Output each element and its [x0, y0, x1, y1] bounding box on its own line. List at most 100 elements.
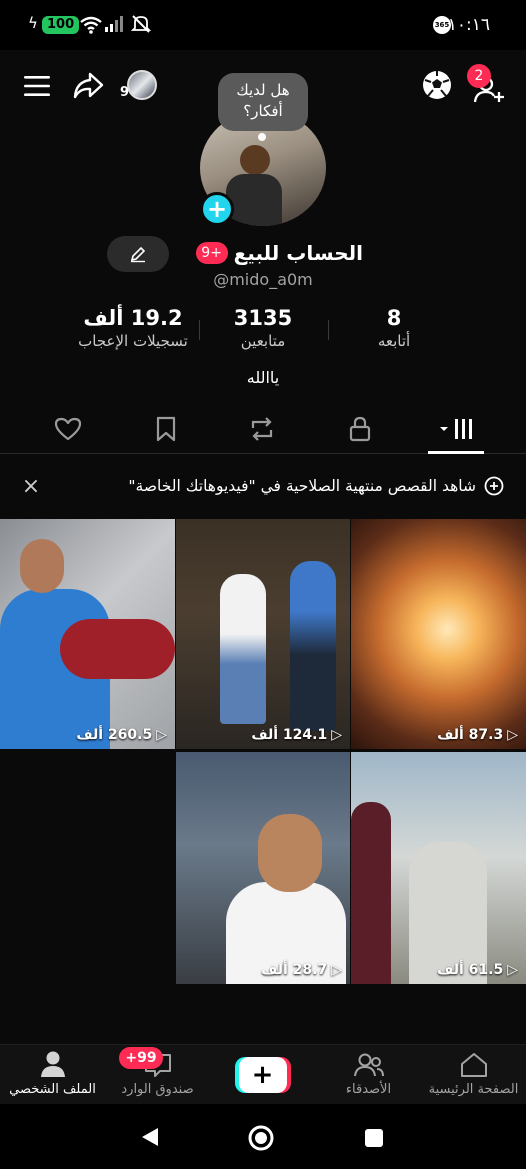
view-count-text: 28.7 ألف: [261, 962, 328, 978]
nav-home[interactable]: الصفحة الرئيسية: [421, 1045, 526, 1105]
add-friend-button[interactable]: 2: [467, 64, 510, 104]
recents-icon[interactable]: [364, 1128, 384, 1148]
play-icon: ▷: [156, 727, 167, 743]
stats-row: 19.2 ألف تسجيلات الإعجاب 3135 متابعين 8 …: [0, 306, 526, 356]
username: @mido_a0m: [213, 270, 313, 289]
thumb-figure: [351, 802, 391, 984]
add-story-icon: [484, 476, 504, 496]
view-count-text: 260.5 ألف: [76, 727, 153, 743]
story-avatar: [127, 70, 157, 100]
signal-icon: [105, 16, 123, 32]
nav-home-label: الصفحة الرئيسية: [428, 1082, 519, 1097]
profile-icon: [40, 1051, 65, 1077]
view-count: ▷ 87.3 ألف: [437, 727, 518, 743]
bottom-nav: الصفحة الرئيسية الأصدقاء + صندوق الوارد …: [0, 1044, 526, 1104]
soccer-ball-icon[interactable]: [420, 68, 454, 102]
tab-videos[interactable]: [428, 412, 484, 446]
name-badge: +9: [195, 242, 228, 264]
nav-friends[interactable]: الأصدقاء: [316, 1045, 421, 1105]
nav-profile-label: الملف الشخصي: [9, 1082, 96, 1097]
lock-icon: [349, 416, 371, 442]
view-count: ▷ 124.1 ألف: [251, 727, 342, 743]
close-banner-icon[interactable]: ×: [18, 474, 44, 499]
tab-private[interactable]: [340, 412, 380, 446]
thumb-figure: [220, 574, 266, 724]
play-icon: ▷: [331, 727, 342, 743]
bookmark-icon: [156, 416, 176, 442]
system-navigation: [0, 1104, 526, 1169]
tab-reposts[interactable]: [242, 412, 282, 446]
likes-stat[interactable]: 19.2 ألف تسجيلات الإعجاب: [60, 306, 206, 350]
active-tab-indicator: [428, 451, 484, 454]
back-icon[interactable]: [140, 1126, 160, 1148]
thumb-face: [258, 814, 322, 892]
view-count: ▷ 28.7 ألف: [261, 962, 342, 978]
friends-icon: [353, 1053, 384, 1077]
view-count: ▷ 260.5 ألف: [76, 727, 167, 743]
ideas-bubble[interactable]: هل لديك أفكار؟: [218, 73, 308, 141]
bio: ياالله: [246, 368, 280, 387]
clock: ١٠:١٦: [447, 15, 490, 35]
thumb-face: [20, 539, 64, 593]
create-button: +: [234, 1057, 291, 1093]
followers-stat[interactable]: 3135 متابعين: [203, 306, 323, 350]
menu-icon[interactable]: [22, 72, 52, 100]
video-thumbnail[interactable]: ▷ 87.3 ألف: [351, 519, 526, 749]
avatar-figure: [240, 145, 270, 175]
pencil-icon: [130, 246, 146, 263]
content-tabs: [0, 404, 526, 454]
play-icon: ▷: [331, 962, 342, 978]
video-thumbnail[interactable]: ▷ 124.1 ألف: [176, 519, 350, 749]
following-label: أتابعه: [377, 332, 411, 350]
tab-favorites[interactable]: [146, 412, 186, 446]
home-circle-icon[interactable]: [248, 1125, 274, 1151]
wifi-icon: [80, 16, 102, 34]
tab-liked[interactable]: [48, 412, 88, 446]
ideas-bubble-line2: أفكار؟: [243, 102, 283, 120]
repost-icon: [251, 417, 273, 441]
thumb-pillow: [60, 619, 175, 679]
story-avatar-button[interactable]: 9: [120, 68, 158, 102]
charging-icon: ϟ: [28, 14, 38, 32]
nav-inbox[interactable]: صندوق الوارد +99: [105, 1045, 210, 1105]
likes-label: تسجيلات الإعجاب: [78, 332, 188, 350]
play-icon: ▷: [507, 727, 518, 743]
video-thumbnail[interactable]: ▷ 61.5 ألف: [351, 752, 526, 984]
view-count-text: 61.5 ألف: [437, 962, 504, 978]
view-count-text: 87.3 ألف: [437, 727, 504, 743]
following-stat[interactable]: 8 أتابعه: [340, 306, 448, 350]
view-count-text: 124.1 ألف: [251, 727, 328, 743]
profile-name: الحساب للبيع: [233, 241, 363, 265]
play-icon: ▷: [507, 962, 518, 978]
expired-stories-banner[interactable]: شاهد القصص منتهية الصلاحية في "فيديوهاتك…: [0, 466, 526, 506]
followers-count: 3135: [233, 306, 293, 330]
followers-label: متابعين: [240, 332, 286, 350]
add-avatar-button[interactable]: +: [200, 192, 234, 226]
edit-profile-button[interactable]: [107, 236, 169, 272]
video-thumbnail[interactable]: ▷ 260.5 ألف: [0, 519, 175, 749]
stat-divider: [328, 320, 329, 340]
plus-icon: +: [238, 1057, 287, 1093]
likes-count: 19.2 ألف: [83, 306, 183, 330]
grid-icon: [440, 419, 472, 439]
name-row: الحساب للبيع +9: [183, 236, 363, 270]
stat-divider: [199, 320, 200, 340]
nav-create[interactable]: +: [210, 1045, 315, 1105]
bubble-dot: [258, 133, 266, 141]
heart-icon: [54, 417, 82, 441]
inbox-badge: +99: [119, 1047, 163, 1069]
notification-badge: 2: [467, 64, 491, 88]
battery-indicator: 100: [42, 16, 80, 34]
status-bar: ϟ 100 365 ١٠:١٦: [0, 0, 526, 50]
following-count: 8: [386, 306, 402, 330]
video-thumbnail[interactable]: ▷ 28.7 ألف: [176, 752, 350, 984]
thumb-figure: [290, 561, 336, 731]
nav-inbox-label: صندوق الوارد: [121, 1082, 194, 1097]
avatar-shirt: [226, 174, 282, 226]
view-count: ▷ 61.5 ألف: [437, 962, 518, 978]
home-icon: [460, 1053, 487, 1077]
nav-friends-label: الأصدقاء: [345, 1082, 392, 1097]
nav-profile[interactable]: الملف الشخصي: [0, 1045, 105, 1105]
share-icon[interactable]: [70, 70, 106, 102]
mute-icon: [130, 15, 152, 33]
